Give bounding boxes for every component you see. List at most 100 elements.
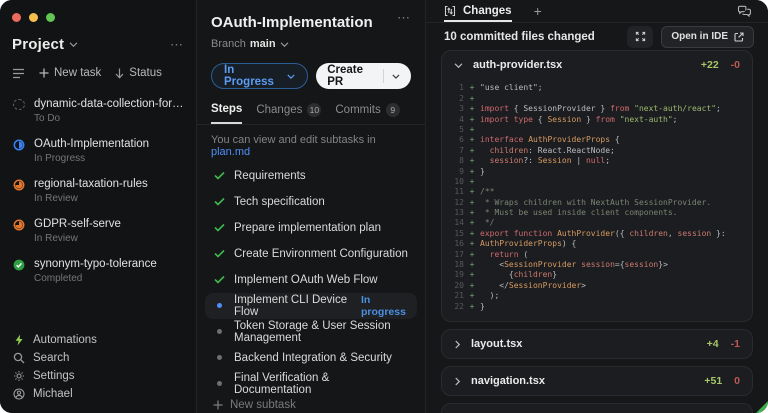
step-item[interactable]: Backend Integration & Security [205, 345, 417, 371]
branch-label: Branch [211, 38, 246, 50]
code-token: ; [673, 115, 678, 124]
tab-steps[interactable]: Steps [211, 103, 242, 124]
task-text: synonym-typo-toleranceCompleted [34, 258, 157, 284]
project-menu-button[interactable]: ⋯ [170, 41, 184, 49]
code-token: ; [605, 156, 610, 165]
step-label: Create Environment Configuration [234, 248, 408, 260]
file-header[interactable]: navigation.tsx +51 0 [442, 367, 752, 395]
chevron-right-icon [454, 340, 461, 349]
code-line: 5+ [448, 125, 744, 135]
code-line: 7+ children: React.ReactNode; [448, 146, 744, 156]
step-item[interactable]: Token Storage & User Session Management [205, 319, 417, 345]
step-item[interactable]: Create Environment Configuration [205, 241, 417, 267]
code-token: } [480, 167, 485, 176]
code-line: 19+ {children} [448, 270, 744, 280]
status-sort-button[interactable]: Status [115, 67, 162, 79]
file-header[interactable]: auth-provider.tsx +22 -0 [442, 51, 752, 79]
sidebar-item-michael[interactable]: Michael [12, 385, 184, 403]
zoom-window-button[interactable] [46, 13, 55, 22]
step-item[interactable]: Implement CLI Device FlowIn progress [205, 293, 417, 319]
task-tabs: Steps Changes10 Commits9 [211, 103, 411, 124]
sidebar-item-search[interactable]: Search [12, 349, 184, 367]
step-item[interactable]: Implement OAuth Web Flow [205, 267, 417, 293]
step-item[interactable]: Requirements [205, 163, 417, 189]
code-token: interface [480, 135, 523, 144]
line-number: 2 [448, 94, 464, 104]
task-item[interactable]: dynamic-data-collection-for…To Do [0, 91, 196, 131]
code-text: <SessionProvider session={session}> [480, 260, 668, 270]
sidebar-item-settings[interactable]: Settings [12, 367, 184, 385]
code-token: </ [480, 281, 509, 290]
tab-commits[interactable]: Commits9 [335, 103, 399, 124]
project-title[interactable]: Project [12, 36, 64, 53]
view-list-button[interactable] [12, 68, 25, 79]
code-token: AuthProviderProps [528, 135, 610, 144]
task-item[interactable]: synonym-typo-toleranceCompleted [0, 251, 196, 291]
code-token: ?: [523, 156, 537, 165]
code-token: }: [711, 229, 725, 238]
dot-icon [213, 381, 225, 386]
line-number: 12 [448, 198, 464, 208]
dot-icon [213, 329, 225, 334]
dot-icon [213, 355, 225, 360]
code-text: children: React.ReactNode; [480, 146, 615, 156]
line-number: 19 [448, 270, 464, 280]
diff-scroll-area[interactable]: auth-provider.tsx +22 -0 1+"use client";… [426, 50, 768, 413]
minimize-window-button[interactable] [29, 13, 38, 22]
task-item[interactable]: OAuth-ImplementationIn Progress [0, 131, 196, 171]
sidebar: Project ⋯ New task Status dyn [0, 0, 197, 413]
task-item[interactable]: regional-taxation-rulesIn Review [0, 171, 196, 211]
new-subtask-button[interactable]: New subtask [211, 397, 411, 413]
line-number: 1 [448, 83, 464, 93]
comments-icon[interactable] [737, 5, 752, 18]
code-token: ; [716, 104, 721, 113]
new-task-button[interactable]: New task [39, 67, 101, 79]
line-number: 18 [448, 260, 464, 270]
code-diff-block: 1+"use client";2+3+import { SessionProvi… [442, 79, 752, 321]
check-icon [213, 223, 225, 232]
file-header[interactable]: layout.tsx +4 -1 [442, 330, 752, 358]
code-token [480, 156, 490, 165]
task-item-status: Completed [34, 273, 157, 284]
code-token: Session [547, 115, 581, 124]
close-window-button[interactable] [12, 13, 21, 22]
subtasks-hint: You can view and edit subtasks in plan.m… [211, 134, 411, 158]
code-token: session [581, 260, 615, 269]
status-dropdown-button[interactable]: In Progress [211, 63, 308, 89]
code-line: 4+import type { Session } from "next-aut… [448, 115, 744, 125]
tab-changes[interactable]: Changes10 [256, 103, 321, 124]
code-token: { [480, 270, 514, 279]
step-item[interactable]: Tech specification [205, 189, 417, 215]
line-number: 20 [448, 281, 464, 291]
task-menu-button[interactable]: ⋯ [397, 14, 411, 22]
tab-changes-active[interactable]: Changes [444, 0, 512, 22]
task-item-status: In Review [34, 233, 121, 244]
line-number: 22 [448, 302, 464, 312]
todo-status-icon [13, 99, 25, 110]
task-item[interactable]: GDPR-self-serveIn Review [0, 211, 196, 251]
expand-button[interactable] [627, 26, 653, 48]
task-text: GDPR-self-serveIn Review [34, 218, 121, 244]
chevron-down-icon[interactable] [69, 41, 78, 48]
diff-sign: + [464, 104, 480, 114]
new-tab-button[interactable]: + [534, 3, 542, 19]
code-line: 6+interface AuthProviderProps { [448, 135, 744, 145]
step-item[interactable]: Prepare implementation plan [205, 215, 417, 241]
step-label: Final Verification & Documentation [234, 372, 409, 396]
code-line: 21+ ); [448, 291, 744, 301]
file-card-partial[interactable] [441, 403, 753, 413]
code-token: } [480, 302, 485, 311]
diff-sign: + [464, 94, 480, 104]
step-item[interactable]: Final Verification & Documentation [205, 371, 417, 397]
code-line: 8+ session?: Session | null; [448, 156, 744, 166]
create-pr-button[interactable]: Create PR [316, 63, 411, 89]
check-icon [213, 249, 225, 258]
code-text: ); [480, 291, 499, 301]
code-text: } [480, 167, 485, 177]
open-in-ide-button[interactable]: Open in IDE [661, 26, 754, 48]
branch-row[interactable]: Branch main [211, 38, 411, 50]
plan-md-link[interactable]: plan.md [211, 146, 250, 158]
line-number: 7 [448, 146, 464, 156]
sidebar-item-automations[interactable]: Automations [12, 331, 184, 349]
chevron-down-icon [287, 73, 295, 80]
